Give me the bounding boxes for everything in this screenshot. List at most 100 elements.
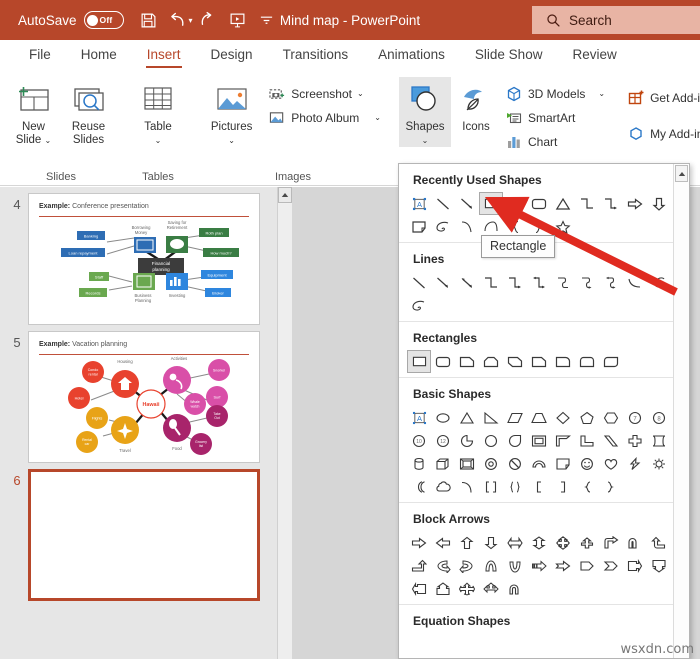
basic-decagon-shape[interactable]: 10	[407, 429, 431, 452]
basic-plaque-shape[interactable]	[647, 429, 671, 452]
shape-rectangle[interactable]	[479, 192, 503, 215]
reuse-slides-button[interactable]: Reuse Slides	[62, 77, 115, 147]
new-slide-dropdown-icon[interactable]: ⌄	[45, 136, 52, 145]
curve-shape[interactable]	[623, 271, 647, 294]
shape-elbow-connector[interactable]	[575, 192, 599, 215]
redo-icon[interactable]	[196, 7, 222, 33]
table-button[interactable]: Table ⌄	[129, 77, 187, 147]
slide-thumbnail-pane[interactable]: 4 Example: Conference presentation Finan…	[0, 187, 292, 659]
basic-parallelogram-shape[interactable]	[503, 406, 527, 429]
pictures-button[interactable]: Pictures ⌄	[201, 77, 262, 147]
round-same-side-rect-shape[interactable]	[575, 350, 599, 373]
new-slide-button[interactable]: New Slide ⌄	[7, 77, 60, 147]
elbow-arrow-connector-shape[interactable]	[503, 271, 527, 294]
shape-down-arrow[interactable]	[647, 192, 671, 215]
shape-curve[interactable]	[455, 215, 479, 238]
tab-insert[interactable]: Insert	[132, 43, 196, 68]
thumbnail-row-slide-4[interactable]: 4 Example: Conference presentation Finan…	[0, 187, 292, 325]
snip-round-single-rect-shape[interactable]	[527, 350, 551, 373]
tab-animations[interactable]: Animations	[363, 43, 460, 68]
basic-text-box-shape[interactable]: A	[407, 406, 431, 429]
basic-sun-shape[interactable]	[647, 452, 671, 475]
screenshot-dropdown-icon[interactable]: ⌄	[357, 90, 364, 98]
basic-left-bracket-shape[interactable]	[527, 475, 551, 498]
basic-right-bracket-shape[interactable]	[551, 475, 575, 498]
chart-button[interactable]: Chart	[501, 131, 609, 153]
ba-curved-right-arrow-shape[interactable]	[431, 554, 455, 577]
basic-block-arc-shape[interactable]	[527, 452, 551, 475]
undo-dropdown-icon[interactable]: ▾	[189, 16, 193, 25]
round-single-corner-rect-shape[interactable]	[551, 350, 575, 373]
shape-right-arrow[interactable]	[623, 192, 647, 215]
slide-thumbnail-6[interactable]	[28, 469, 260, 601]
smartart-button[interactable]: SmartArt	[501, 107, 609, 129]
shapes-panel-scrollbar[interactable]	[673, 164, 689, 658]
thumbnail-scrollbar-track[interactable]	[278, 204, 292, 659]
shapes-scroll-up-icon[interactable]	[675, 165, 688, 182]
slide-thumbnail-5[interactable]: Example: Vacation planning Hawaii Condo …	[28, 331, 260, 463]
shape-text-box[interactable]: A	[407, 192, 431, 215]
ba-chevron-shape[interactable]	[599, 554, 623, 577]
tab-transitions[interactable]: Transitions	[268, 43, 364, 68]
freeform-shape-shape[interactable]	[647, 271, 671, 294]
ba-bent-arrow-shape[interactable]	[599, 531, 623, 554]
ba-notched-right-arrow-shape[interactable]	[551, 554, 575, 577]
shape-folded-corner[interactable]	[407, 215, 431, 238]
get-addins-button[interactable]: Get Add-ins	[623, 87, 700, 109]
basic-heart-shape[interactable]	[599, 452, 623, 475]
slide-thumbnail-4[interactable]: Example: Conference presentation Financi…	[28, 193, 260, 325]
ba-left-right-up-arrow-shape[interactable]	[479, 577, 503, 600]
ba-striped-right-arrow-shape[interactable]	[527, 554, 551, 577]
autosave-toggle[interactable]: Off	[83, 11, 124, 29]
ba-left-right-arrow-shape[interactable]	[503, 531, 527, 554]
basic-right-triangle-shape[interactable]	[479, 406, 503, 429]
3d-models-button[interactable]: 3D Models ⌄	[501, 83, 609, 105]
autosave-control[interactable]: AutoSave Off	[18, 11, 124, 29]
shape-rounded-rectangle[interactable]	[527, 192, 551, 215]
line-double-arrow-shape[interactable]	[455, 271, 479, 294]
tab-home[interactable]: Home	[66, 43, 132, 68]
basic-pie-shape[interactable]	[455, 429, 479, 452]
curved-connector-shape[interactable]	[551, 271, 575, 294]
basic-half-frame-shape[interactable]	[551, 429, 575, 452]
shapes-button[interactable]: Shapes ⌄	[399, 77, 451, 147]
shape-line[interactable]	[431, 192, 455, 215]
ba-curved-down-arrow-shape[interactable]	[503, 554, 527, 577]
basic-l-shape[interactable]	[575, 429, 599, 452]
screenshot-button[interactable]: Screenshot ⌄	[264, 83, 385, 105]
thumbnail-row-slide-6[interactable]: 6	[0, 463, 292, 601]
scribble-shape[interactable]	[407, 294, 431, 317]
basic-teardrop-shape[interactable]	[503, 429, 527, 452]
basic-cube-shape[interactable]	[431, 452, 455, 475]
tab-file[interactable]: File	[14, 43, 66, 68]
ba-tee-arrow-shape[interactable]	[575, 531, 599, 554]
ba-up-arrow-callout-shape[interactable]	[431, 577, 455, 600]
basic-frame-shape[interactable]	[527, 429, 551, 452]
elbow-double-arrow-connector-shape[interactable]	[527, 271, 551, 294]
ba-pentagon-arrow-shape[interactable]	[575, 554, 599, 577]
thumbnail-scrollbar[interactable]	[277, 187, 292, 659]
basic-right-brace-shape[interactable]	[599, 475, 623, 498]
basic-heptagon-shape[interactable]: 7	[623, 406, 647, 429]
basic-bevel-shape[interactable]	[455, 452, 479, 475]
snip-single-corner-rect-shape[interactable]	[455, 350, 479, 373]
shape-line-arrow[interactable]	[455, 192, 479, 215]
my-addins-button[interactable]: My Add-ins	[623, 123, 700, 145]
line-arrow-shape[interactable]	[431, 271, 455, 294]
tab-review[interactable]: Review	[557, 43, 631, 68]
round-diagonal-rect-shape[interactable]	[599, 350, 623, 373]
ba-four-way-arrow-shape[interactable]	[551, 531, 575, 554]
basic-folded-corner-shape[interactable]	[551, 452, 575, 475]
shape-isosceles-triangle[interactable]	[551, 192, 575, 215]
shape-oval[interactable]	[503, 192, 527, 215]
ba-up-down-arrow-shape[interactable]	[527, 531, 551, 554]
basic-trapezoid-shape[interactable]	[527, 406, 551, 429]
basic-pentagon-shape[interactable]	[575, 406, 599, 429]
basic-oval-shape[interactable]	[431, 406, 455, 429]
shape-elbow-arrow-connector[interactable]	[599, 192, 623, 215]
tab-design[interactable]: Design	[196, 43, 268, 68]
save-icon[interactable]	[136, 7, 162, 33]
ba-down-arrow-callout-shape[interactable]	[647, 554, 671, 577]
undo-icon[interactable]	[165, 7, 191, 33]
scroll-up-icon[interactable]	[278, 187, 292, 203]
